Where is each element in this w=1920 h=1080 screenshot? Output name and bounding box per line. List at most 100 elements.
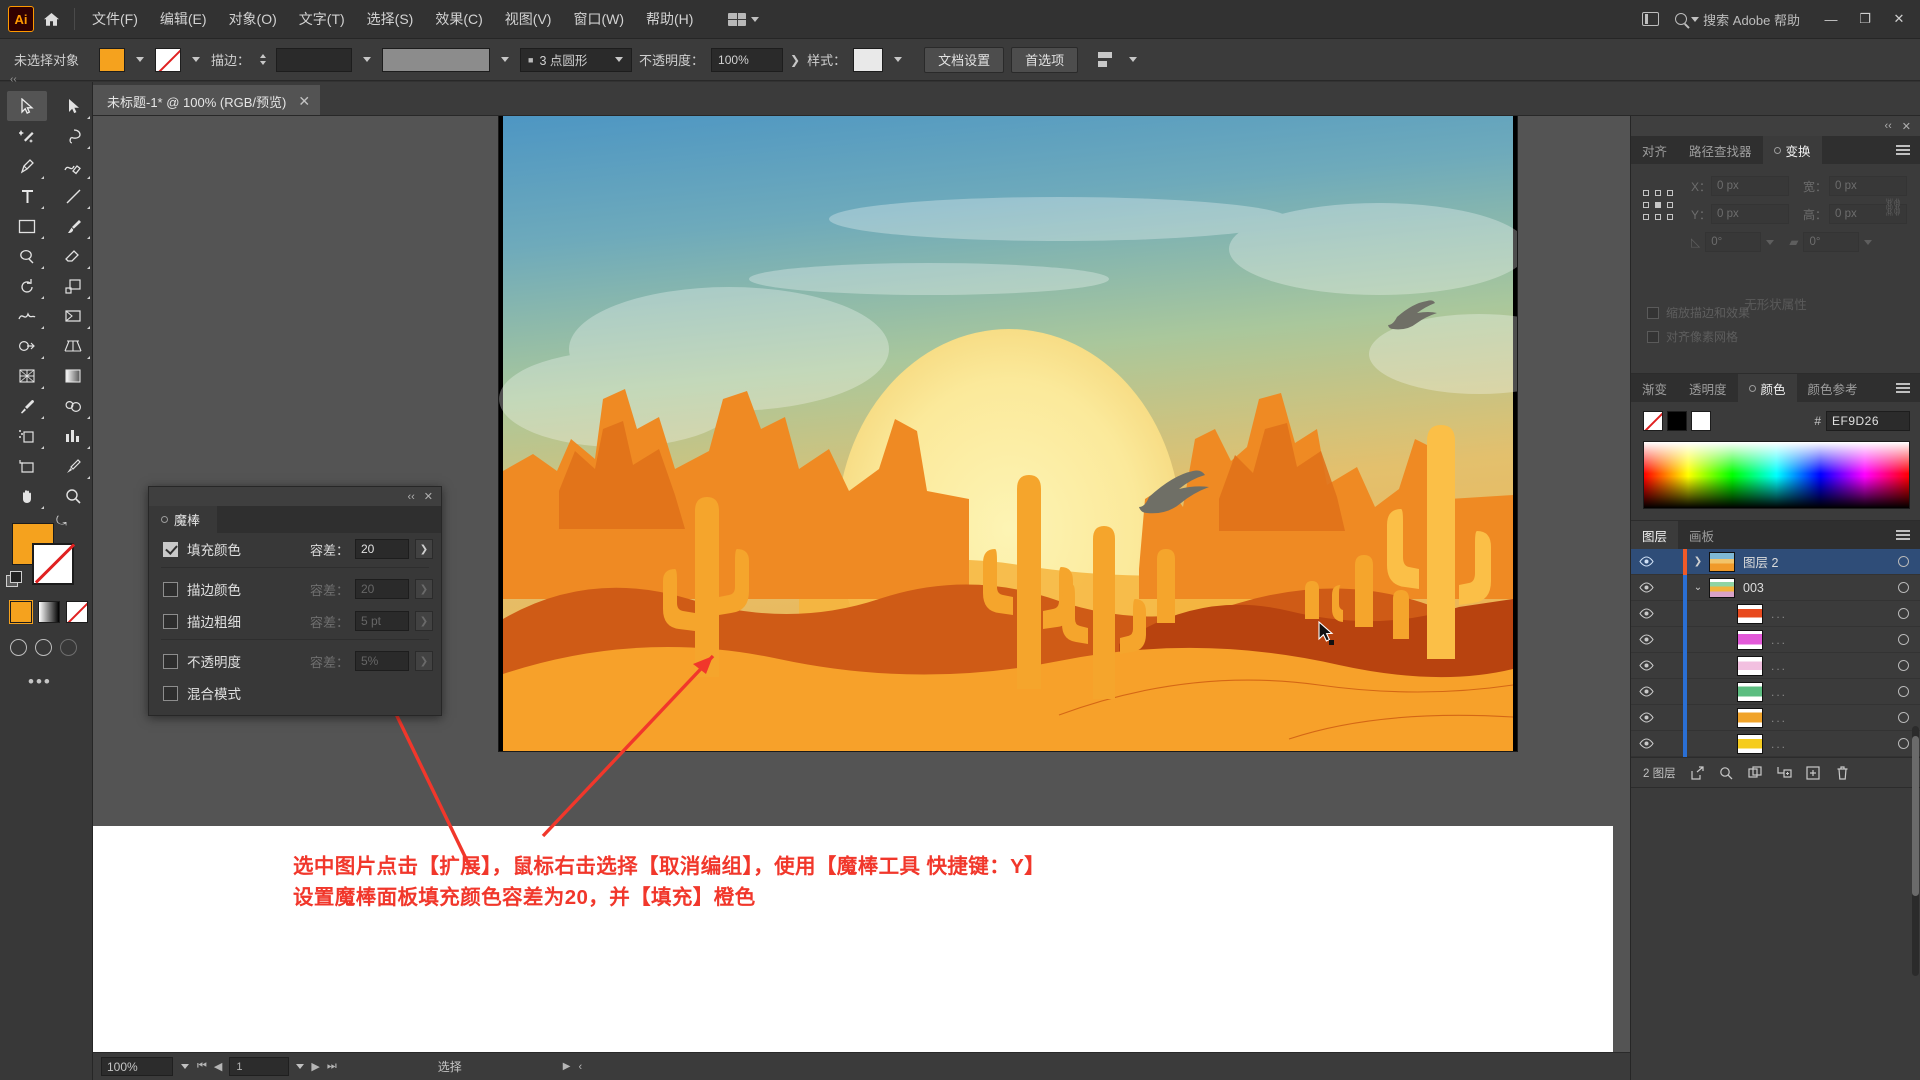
stroke-color-swatch[interactable] — [155, 47, 182, 72]
line-segment-tool[interactable] — [53, 181, 93, 211]
next-artboard-icon[interactable]: ▶ — [311, 1060, 319, 1073]
shape-builder-tool[interactable] — [7, 331, 47, 361]
checkbox-blending-mode[interactable] — [163, 685, 178, 701]
rotate-tool[interactable] — [7, 271, 47, 301]
stroke-dropdown-icon[interactable] — [188, 48, 204, 72]
swap-fill-stroke-icon[interactable]: ⤿ — [56, 513, 67, 529]
visibility-toggle-icon[interactable] — [1631, 582, 1661, 593]
document-tab[interactable]: 未标题-1* @ 100% (RGB/预览) ✕ — [93, 85, 321, 115]
color-spectrum-picker[interactable] — [1643, 441, 1910, 509]
menu-type[interactable]: 文字(T) — [288, 0, 356, 39]
first-artboard-icon[interactable]: ⏮ — [197, 1060, 207, 1073]
width-tool[interactable] — [7, 301, 47, 331]
x-input[interactable]: 0 px — [1711, 176, 1789, 196]
angle-input[interactable]: 0° — [1705, 232, 1762, 252]
layer-row-7[interactable]: ... — [1631, 730, 1920, 757]
column-graph-tool[interactable] — [53, 421, 93, 451]
canvas-vertical-scrollbar[interactable] — [1621, 150, 1628, 570]
lasso-tool[interactable] — [53, 121, 93, 151]
checkbox-stroke-color[interactable] — [163, 581, 178, 597]
draw-behind-icon[interactable] — [35, 639, 52, 656]
checkbox-fill-color[interactable] — [163, 541, 178, 557]
reference-point-selector[interactable] — [1643, 190, 1673, 220]
checkbox-scale-strokes[interactable] — [1647, 306, 1659, 319]
visibility-toggle-icon[interactable] — [1631, 634, 1661, 645]
slice-tool[interactable] — [53, 451, 93, 481]
visibility-toggle-icon[interactable] — [1631, 712, 1661, 723]
disclosure-right-icon[interactable]: ❯ — [1687, 556, 1709, 567]
color-black-swatch[interactable] — [1667, 411, 1687, 431]
fill-color-swatch[interactable] — [99, 47, 126, 72]
artboard-dropdown-icon[interactable] — [296, 1064, 305, 1069]
status-resize-icon[interactable]: ‹ — [578, 1061, 582, 1073]
variable-width-dropdown-icon[interactable] — [497, 48, 513, 72]
pen-tool[interactable] — [7, 151, 47, 181]
draw-inside-icon[interactable] — [60, 639, 77, 656]
layer-row-0[interactable]: ❯ 图层 2 — [1631, 548, 1920, 575]
toolbar-stroke-swatch[interactable] — [32, 543, 74, 585]
close-icon[interactable]: ✕ — [424, 490, 433, 503]
menu-select[interactable]: 选择(S) — [356, 0, 425, 39]
transform-panel-menu-button[interactable] — [1886, 136, 1920, 164]
stroke-weight-dropdown-icon[interactable] — [359, 48, 375, 72]
status-flyout-icon[interactable]: ▶ — [563, 1061, 571, 1072]
tolerance-input-fill[interactable]: 20 — [355, 539, 409, 559]
tab-color-guide[interactable]: 颜色参考 — [1797, 374, 1869, 402]
type-tool[interactable] — [7, 181, 47, 211]
layer-row-5[interactable]: ... — [1631, 678, 1920, 705]
layer-target-icon[interactable] — [1886, 686, 1920, 697]
eyedropper-tool[interactable] — [7, 391, 47, 421]
artboard-number-input[interactable]: 1 — [229, 1057, 290, 1076]
release-to-layers-icon[interactable] — [1690, 765, 1705, 780]
zoom-dropdown-icon[interactable] — [181, 1064, 189, 1069]
tab-magic-wand[interactable]: 魔棒 — [149, 506, 218, 533]
menu-edit[interactable]: 编辑(E) — [149, 0, 218, 39]
shaper-tool[interactable] — [7, 241, 47, 271]
blend-tool[interactable] — [53, 391, 93, 421]
symbol-sprayer-tool[interactable] — [7, 421, 47, 451]
visibility-toggle-icon[interactable] — [1631, 556, 1661, 567]
checkbox-stroke-weight[interactable] — [163, 613, 178, 629]
restore-button[interactable]: ❐ — [1848, 0, 1882, 39]
preferences-button[interactable]: 首选项 — [1011, 46, 1079, 73]
default-fill-stroke-icon[interactable] — [6, 571, 22, 587]
artboard-tool[interactable] — [7, 451, 47, 481]
layer-row-3[interactable]: ... — [1631, 626, 1920, 653]
tab-artboards[interactable]: 画板 — [1678, 521, 1725, 549]
layer-target-icon[interactable] — [1886, 556, 1920, 567]
layers-scrollbar[interactable] — [1912, 726, 1919, 976]
hand-tool[interactable] — [7, 481, 47, 511]
layer-name[interactable]: 图层 2 — [1743, 552, 1886, 571]
color-mode-color[interactable] — [9, 600, 33, 624]
workspace-switcher[interactable] — [722, 7, 765, 31]
constrain-proportions-icon[interactable]: ⛓ — [1882, 198, 1904, 218]
style-dropdown-icon[interactable] — [890, 48, 906, 72]
layer-row-6[interactable]: ... — [1631, 704, 1920, 731]
tab-transparency[interactable]: 透明度 — [1678, 374, 1738, 402]
create-sublayer-icon[interactable] — [1776, 765, 1792, 780]
graphic-style-swatch[interactable] — [853, 47, 884, 72]
close-button[interactable]: ✕ — [1882, 0, 1916, 39]
locate-object-icon[interactable] — [1719, 765, 1734, 780]
arrange-documents-button[interactable] — [1633, 0, 1667, 39]
layer-target-icon[interactable] — [1886, 660, 1920, 671]
last-artboard-icon[interactable]: ⏭ — [327, 1060, 337, 1073]
collapse-icon[interactable]: ‹‹ — [407, 491, 414, 503]
magic-wand-panel[interactable]: ‹‹ ✕ 魔棒 填充颜色 容差： 20 ❯ 描边颜色 容差： 20 ❯ 描边粗细… — [148, 486, 442, 716]
magic-wand-tool[interactable] — [7, 121, 47, 151]
close-icon[interactable]: ✕ — [1902, 120, 1911, 133]
minimize-button[interactable]: — — [1814, 0, 1848, 39]
wand-row-fill-color[interactable]: 填充颜色 容差： 20 ❯ — [149, 533, 441, 565]
edit-toolbar-icon[interactable]: ••• — [28, 672, 92, 692]
layer-row-2[interactable]: ... — [1631, 600, 1920, 627]
y-input[interactable]: 0 px — [1711, 204, 1789, 224]
search-adobe-help[interactable]: 搜索 Adobe 帮助 — [1667, 6, 1808, 32]
fill-dropdown-icon[interactable] — [132, 48, 148, 72]
rectangle-tool[interactable] — [7, 211, 47, 241]
mesh-tool[interactable] — [7, 361, 47, 391]
paintbrush-tool[interactable] — [53, 211, 93, 241]
stroke-weight-field[interactable] — [276, 47, 353, 72]
zoom-tool[interactable] — [53, 481, 93, 511]
scale-tool[interactable] — [53, 271, 93, 301]
eraser-tool[interactable] — [53, 241, 93, 271]
